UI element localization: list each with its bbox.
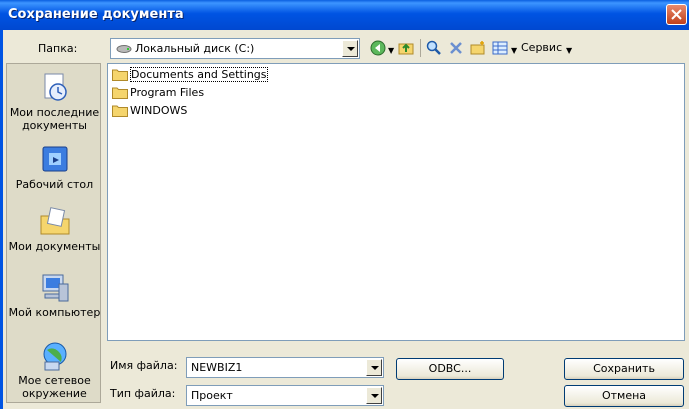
place-label: Мои последние документы (9, 106, 100, 132)
file-name: Program Files (130, 86, 205, 99)
up-folder-icon[interactable] (398, 40, 414, 56)
list-item[interactable]: WINDOWS (112, 104, 187, 121)
filename-label: Имя файла: (110, 359, 178, 372)
filetype-value: Проект (191, 389, 233, 402)
filetype-label: Тип файла: (110, 387, 176, 400)
network-icon (43, 342, 66, 371)
title-bar[interactable]: Сохранение документа (0, 0, 689, 30)
place-my-documents[interactable]: Мои документы (7, 206, 102, 253)
desktop-icon (42, 146, 67, 172)
location-combobox[interactable]: Локальный диск (C:) (110, 38, 360, 59)
chevron-down-icon[interactable] (366, 387, 382, 404)
file-name: WINDOWS (130, 104, 188, 117)
views-dropdown-icon[interactable]: ▼ (511, 46, 517, 55)
my-documents-icon (40, 207, 69, 235)
places-bar: Мои последние документы Рабочий стол Мои… (6, 63, 101, 403)
toolbar-separator (420, 39, 421, 57)
list-item[interactable]: Documents and Settings (112, 67, 268, 85)
location-value: Локальный диск (C:) (135, 42, 255, 55)
list-item[interactable]: Program Files (112, 86, 204, 103)
service-dropdown-icon[interactable]: ▼ (566, 46, 572, 55)
close-button[interactable] (666, 4, 687, 25)
place-desktop[interactable]: Рабочий стол (7, 144, 102, 191)
file-list[interactable]: Documents and Settings Program Files WIN… (107, 63, 685, 341)
back-icon[interactable] (370, 40, 386, 56)
window-border (0, 30, 3, 409)
file-name: Documents and Settings (130, 67, 268, 82)
folder-icon (112, 87, 128, 99)
close-icon (671, 9, 682, 20)
folder-icon (112, 69, 128, 81)
chevron-down-icon[interactable] (366, 359, 382, 376)
place-recent-documents[interactable]: Мои последние документы (7, 72, 102, 132)
window-title: Сохранение документа (8, 7, 184, 22)
filename-input[interactable]: NEWBIZ1 (186, 357, 384, 378)
folder-label: Папка: (38, 42, 78, 55)
my-computer-icon (42, 274, 68, 302)
recent-documents-icon (44, 73, 67, 101)
filename-value: NEWBIZ1 (191, 361, 243, 374)
place-label: Мои документы (8, 240, 101, 253)
back-dropdown-icon[interactable]: ▼ (388, 46, 394, 55)
chevron-down-icon[interactable] (342, 40, 358, 57)
place-label: Мой компьютер (8, 306, 101, 319)
cancel-button[interactable]: Отмена (564, 385, 684, 407)
folder-icon (112, 105, 128, 117)
place-my-computer[interactable]: Мой компьютер (7, 272, 102, 319)
drive-icon (116, 45, 132, 53)
views-icon[interactable] (492, 40, 508, 56)
place-label: Мое сетевое окружение (18, 374, 91, 400)
new-folder-icon[interactable] (470, 40, 486, 56)
place-label: Рабочий стол (15, 178, 94, 191)
service-menu[interactable]: Сервис (521, 41, 562, 54)
delete-icon[interactable] (448, 40, 464, 56)
save-button[interactable]: Сохранить (564, 358, 684, 380)
place-network[interactable]: Мое сетевое окружение (7, 340, 102, 400)
odbc-button[interactable]: ODBC... (396, 358, 504, 380)
search-web-icon[interactable] (426, 40, 442, 56)
filetype-select[interactable]: Проект (186, 385, 384, 406)
